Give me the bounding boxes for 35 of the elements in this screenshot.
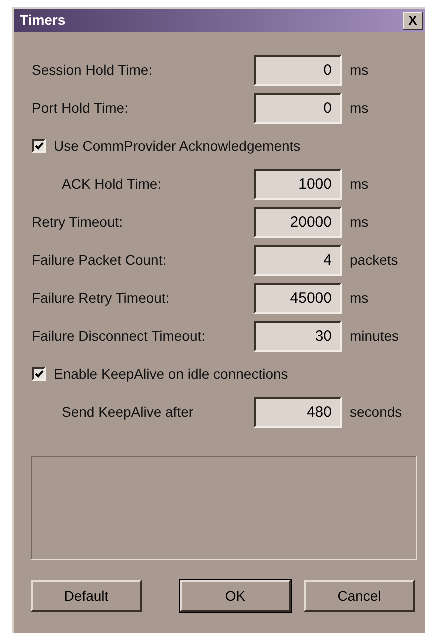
field-label: Port Hold Time: bbox=[31, 98, 130, 118]
input-field[interactable]: 480 bbox=[254, 396, 342, 428]
input-field[interactable]: 1000 bbox=[254, 168, 342, 200]
checkbox[interactable] bbox=[32, 367, 46, 381]
input-field[interactable]: 4 bbox=[254, 244, 342, 276]
close-button[interactable]: X bbox=[403, 12, 423, 30]
input-field[interactable]: 45000 bbox=[254, 282, 342, 314]
unit-label: minutes bbox=[350, 326, 400, 346]
unit-label: seconds bbox=[350, 402, 402, 422]
field-label: Session Hold Time: bbox=[31, 60, 154, 80]
field-label: Failure Disconnect Timeout: bbox=[31, 326, 207, 346]
field-label: Retry Timeout: bbox=[31, 212, 124, 232]
dialog-button[interactable]: Cancel bbox=[304, 580, 415, 612]
unit-label: ms bbox=[350, 212, 369, 232]
unit-label: packets bbox=[350, 250, 398, 270]
check-icon bbox=[34, 370, 44, 378]
dialog-button[interactable]: OK bbox=[180, 580, 291, 612]
unit-label: ms bbox=[350, 60, 369, 80]
input-field[interactable]: 0 bbox=[254, 92, 342, 124]
checkbox[interactable] bbox=[32, 139, 46, 153]
field-label: Failure Packet Count: bbox=[31, 250, 168, 270]
window-title: Timers bbox=[20, 11, 66, 30]
input-field[interactable]: 0 bbox=[254, 54, 342, 86]
unit-label: ms bbox=[350, 98, 369, 118]
unit-label: ms bbox=[350, 174, 369, 194]
input-field[interactable]: 20000 bbox=[254, 206, 342, 238]
dialog-button[interactable]: Default bbox=[31, 580, 142, 612]
field-label: Failure Retry Timeout: bbox=[31, 288, 171, 308]
unit-label: ms bbox=[350, 288, 369, 308]
field-label: Send KeepAlive after bbox=[61, 402, 195, 422]
field-label: ACK Hold Time: bbox=[61, 174, 163, 194]
checkbox-label: Enable KeepAlive on idle connections bbox=[54, 364, 288, 384]
check-icon bbox=[34, 142, 44, 150]
input-field[interactable]: 30 bbox=[254, 320, 342, 352]
checkbox-label: Use CommProvider Acknowledgements bbox=[54, 136, 301, 156]
